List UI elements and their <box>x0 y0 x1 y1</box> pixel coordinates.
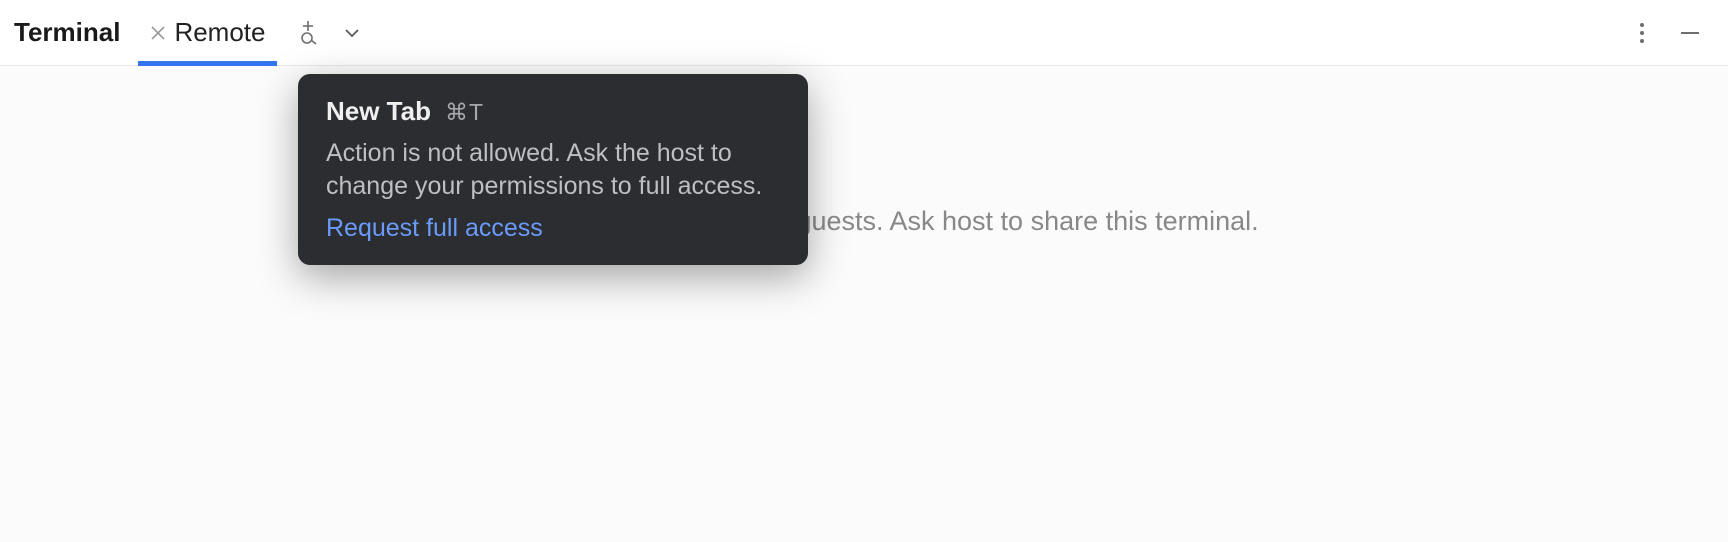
tooltip-title: New Tab <box>326 96 431 127</box>
tab-remote[interactable]: Remote <box>138 0 277 65</box>
tool-window-title: Terminal <box>14 17 138 48</box>
tooltip-message: Action is not allowed. Ask the host to c… <box>326 137 780 202</box>
minimize-icon <box>1678 21 1702 45</box>
terminal-content: Terminal is not shared with guests. Ask … <box>0 66 1728 542</box>
chevron-down-icon <box>343 24 361 42</box>
kebab-icon <box>1639 21 1645 45</box>
options-button[interactable] <box>1622 13 1662 53</box>
terminal-toolbar: Terminal Remote <box>0 0 1728 66</box>
terminal-not-shared-message: Terminal is not shared with guests. Ask … <box>0 206 1728 237</box>
new-tab-icon <box>296 21 320 45</box>
tab-label: Remote <box>174 17 265 48</box>
tabs-dropdown-button[interactable] <box>335 16 369 50</box>
hide-tool-window-button[interactable] <box>1670 13 1710 53</box>
close-icon[interactable] <box>148 23 168 43</box>
new-tab-button[interactable] <box>291 16 325 50</box>
tooltip-shortcut: ⌘T <box>445 99 484 126</box>
request-full-access-link[interactable]: Request full access <box>326 214 780 243</box>
new-tab-tooltip: New Tab ⌘T Action is not allowed. Ask th… <box>298 74 808 265</box>
